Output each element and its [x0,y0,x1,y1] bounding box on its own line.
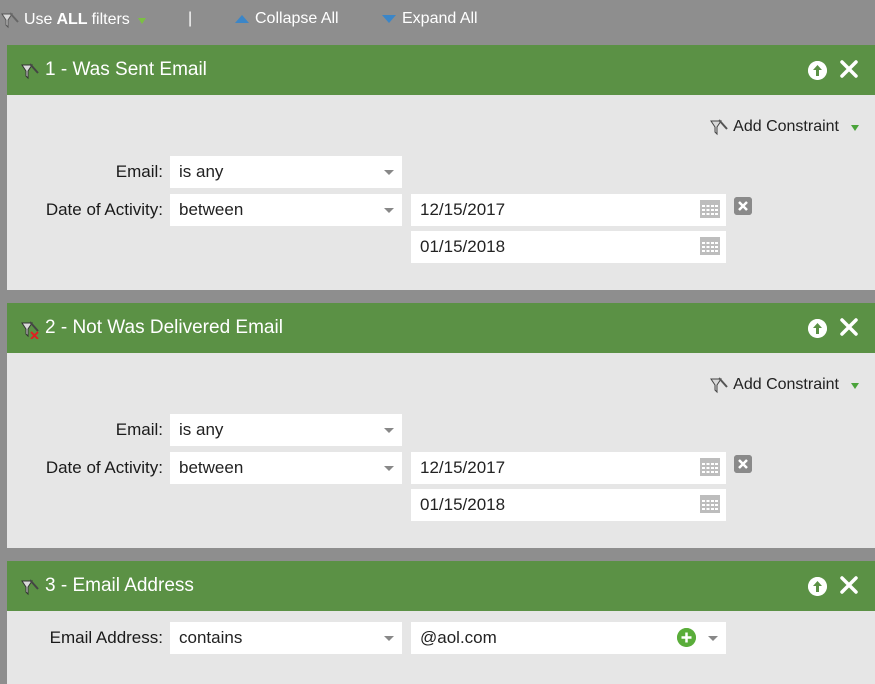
date-to-value: 01/15/2018 [420,237,506,256]
close-icon[interactable] [839,575,859,595]
move-up-icon[interactable] [808,577,827,596]
use-label: Use [24,11,53,28]
collapse-all-label: Collapse All [255,10,339,27]
filters-label: filters [91,11,130,28]
dropdown-caret-icon[interactable] [708,636,718,641]
collapse-arrow-icon [235,15,249,23]
move-up-icon[interactable] [808,61,827,80]
dropdown-caret-icon [384,636,394,641]
calendar-icon[interactable] [700,200,720,218]
date-to-input[interactable]: 01/15/2018 [411,231,726,263]
filter-title: 2 - Not Was Delivered Email [45,317,283,338]
email-select-value: is any [179,162,224,181]
filter-header-3[interactable]: 3 - Email Address [7,561,875,611]
add-constraint-label: Add Constraint [733,118,839,135]
remove-constraint-icon[interactable] [734,197,752,215]
remove-constraint-icon[interactable] [734,455,752,473]
filter-title: 3 - Email Address [45,575,194,596]
date-of-activity-label: Date of Activity: [45,200,163,219]
date-operator-select[interactable]: between [170,194,402,226]
email-select[interactable]: is any [170,156,402,188]
date-from-input[interactable]: 12/15/2017 [411,452,726,484]
close-icon[interactable] [839,59,859,79]
calendar-icon[interactable] [700,495,720,513]
date-to-input[interactable]: 01/15/2018 [411,489,726,521]
use-filters-dropdown[interactable]: Use ALL filters [0,10,146,30]
email-address-value: @aol.com [420,628,497,647]
chevron-down-icon [851,383,859,389]
close-icon[interactable] [839,317,859,337]
funnel-icon [21,63,39,80]
calendar-icon[interactable] [700,458,720,476]
toolbar-separator: | [188,10,193,27]
date-from-input[interactable]: 12/15/2017 [411,194,726,226]
filter-header-1[interactable]: 1 - Was Sent Email [7,45,875,95]
move-up-icon[interactable] [808,319,827,338]
email-select[interactable]: is any [170,414,402,446]
filter-header-2[interactable]: 2 - Not Was Delivered Email [7,303,875,353]
funnel-excluded-icon [21,321,39,339]
date-from-value: 12/15/2017 [420,200,506,219]
date-operator-select[interactable]: between [170,452,402,484]
email-address-label: Email Address: [49,628,163,647]
filter-title: 1 - Was Sent Email [45,59,207,80]
email-select-value: is any [179,420,224,439]
add-value-icon[interactable] [677,628,696,647]
dropdown-caret-icon [384,208,394,213]
expand-all-button[interactable]: Expand All [382,10,478,28]
dropdown-caret-icon [384,428,394,433]
date-to-value: 01/15/2018 [420,495,506,514]
date-operator-value: between [179,458,244,477]
add-constraint-label: Add Constraint [733,376,839,393]
funnel-icon [710,377,728,394]
all-label: ALL [56,11,88,28]
expand-all-label: Expand All [402,10,478,27]
email-label: Email: [115,420,163,439]
date-of-activity-label: Date of Activity: [45,458,163,477]
filter-panel-3: 3 - Email Address Email Address: contain… [7,561,875,684]
filter-panel-1: 1 - Was Sent Email Add Constraint Email:… [7,45,875,290]
email-label: Email: [115,162,163,181]
funnel-icon [1,12,19,29]
chevron-down-icon [851,125,859,131]
add-constraint-button[interactable]: Add Constraint [709,375,859,395]
date-operator-value: between [179,200,244,219]
add-constraint-button[interactable]: Add Constraint [709,117,859,137]
address-operator-select[interactable]: contains [170,622,402,654]
funnel-icon [21,579,39,596]
expand-arrow-icon [382,15,396,23]
funnel-icon [710,119,728,136]
date-from-value: 12/15/2017 [420,458,506,477]
calendar-icon[interactable] [700,237,720,255]
dropdown-caret-icon [384,170,394,175]
filter-panel-2: 2 - Not Was Delivered Email Add Constrai… [7,303,875,548]
address-operator-value: contains [179,628,243,647]
filter-toolbar: Use ALL filters | Collapse All Expand Al… [0,0,875,40]
collapse-all-button[interactable]: Collapse All [235,10,339,28]
dropdown-caret-icon [384,466,394,471]
email-address-input[interactable]: @aol.com [411,622,726,654]
chevron-down-icon [137,18,146,24]
